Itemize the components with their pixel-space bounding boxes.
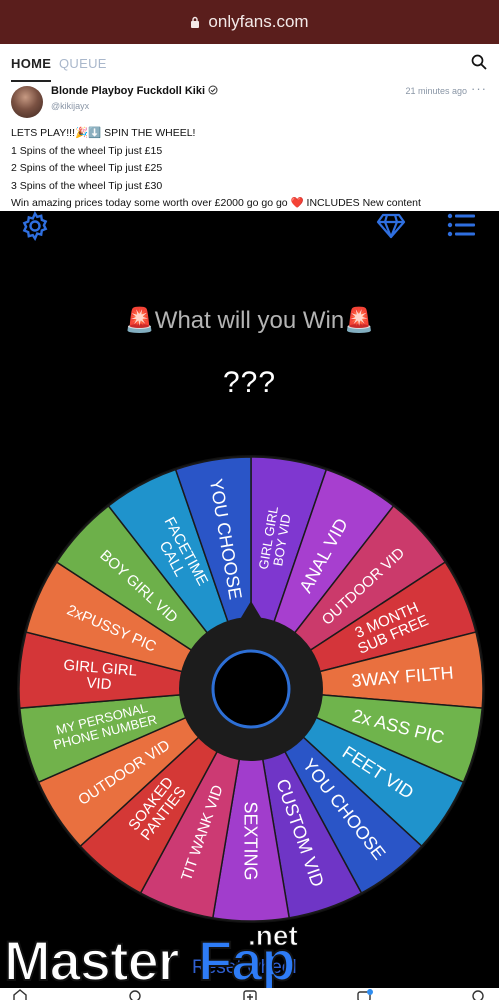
spin-button[interactable] (211, 649, 291, 729)
post-timestamp: 21 minutes ago (405, 86, 467, 96)
top-nav: HOME QUEUE (0, 44, 499, 83)
tab-queue[interactable]: QUEUE (59, 56, 107, 71)
search-nav-icon[interactable] (127, 989, 143, 1000)
post-line: Win amazing prices today some worth over… (11, 197, 421, 209)
wheel-result: ??? (222, 366, 277, 399)
messages-icon[interactable] (357, 989, 373, 1000)
avatar[interactable] (11, 86, 43, 118)
watermark-master: Master (3, 928, 181, 993)
wheel-segment-label: SEXTING (241, 801, 261, 880)
gear-icon[interactable] (20, 211, 50, 241)
more-options-icon[interactable]: ··· (471, 81, 487, 96)
watermark: Master Fap .net (3, 920, 304, 994)
add-post-icon[interactable] (242, 989, 258, 1000)
prize-wheel[interactable]: GIRL GIRLBOY VID ANAL VIDOUTDOOR VID3 MON… (16, 454, 486, 924)
list-menu-icon[interactable] (447, 212, 475, 238)
wheel-headline: 🚨What will you Win🚨 (124, 307, 375, 334)
wheel-game: 🚨What will you Win🚨 ??? GIRL GIRLBOY VID… (0, 211, 499, 1000)
bottom-nav (0, 988, 499, 1000)
home-icon[interactable] (12, 989, 28, 1000)
post-line: LETS PLAY!!!🎉⬇️ SPIN THE WHEEL! (11, 127, 196, 139)
tab-home[interactable]: HOME (11, 56, 52, 82)
post-line: 2 Spins of the wheel Tip just £25 (11, 162, 163, 174)
browser-url-bar[interactable]: onlyfans.com (0, 0, 499, 44)
verified-icon (208, 85, 218, 95)
search-icon[interactable] (471, 54, 487, 70)
post-handle[interactable]: @kikijayx (51, 101, 89, 111)
url-text: onlyfans.com (208, 12, 309, 31)
profile-icon[interactable] (470, 989, 486, 1000)
post-text: LETS PLAY!!!🎉⬇️ SPIN THE WHEEL! 1 Spins … (11, 125, 421, 213)
diamond-icon[interactable] (376, 213, 406, 239)
post-line: 1 Spins of the wheel Tip just £15 (11, 144, 163, 157)
lock-icon (191, 16, 200, 28)
post-author[interactable]: Blonde Playboy Fuckdoll Kiki (51, 85, 218, 97)
post-card: Blonde Playboy Fuckdoll Kiki @kikijayx 2… (0, 81, 499, 213)
post-line: 3 Spins of the wheel Tip just £30 (11, 179, 163, 192)
watermark-net: .net (248, 920, 299, 952)
